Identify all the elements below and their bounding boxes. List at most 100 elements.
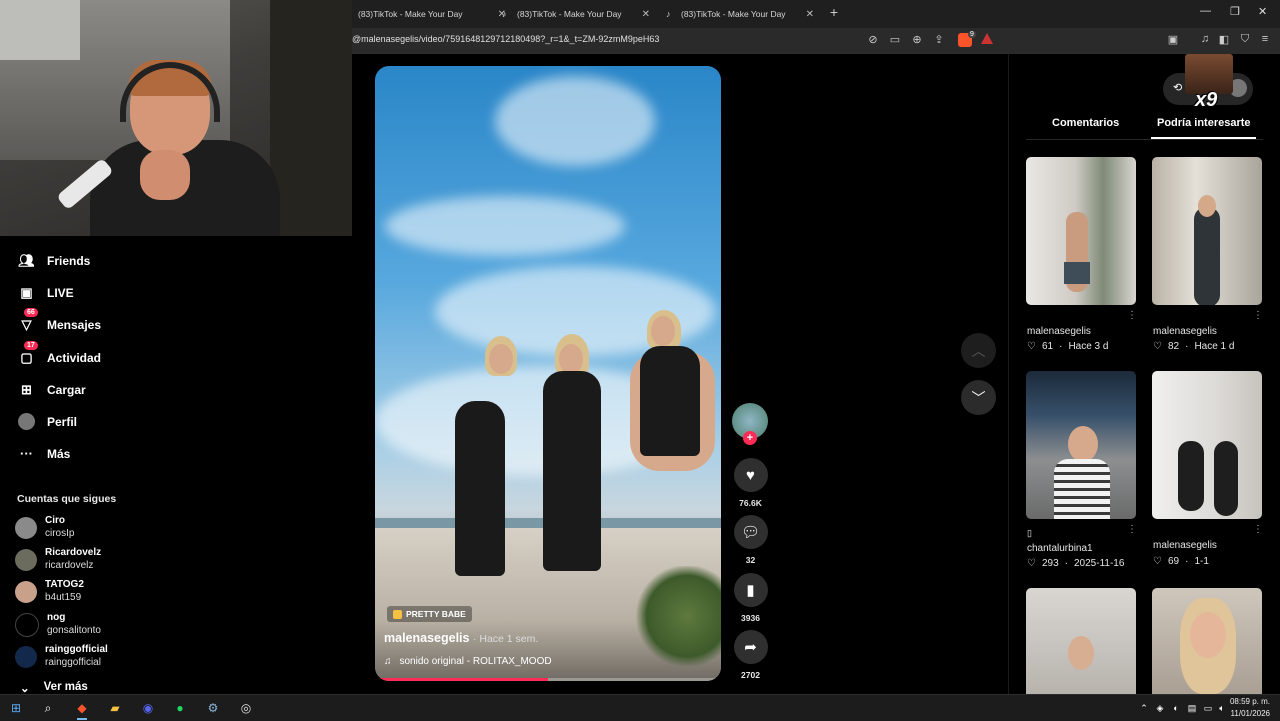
nav-more[interactable]: ··· Más: [18, 445, 70, 462]
video-author[interactable]: malenasegelis · Hace 1 sem.: [384, 631, 538, 645]
live-icon: ▣: [20, 284, 33, 300]
following-item[interactable]: Ciro cirosIp: [15, 515, 74, 540]
minimize-button[interactable]: —: [1200, 5, 1211, 17]
save-action[interactable]: ▮ 3936: [733, 573, 768, 623]
brave-rewards-icon[interactable]: [981, 33, 993, 44]
new-tab-button[interactable]: +: [826, 4, 842, 22]
nav-upload[interactable]: ⊞ Cargar: [18, 381, 86, 398]
tag-icon: [393, 609, 402, 619]
like-count: 76.6K: [739, 498, 762, 508]
more-options-icon[interactable]: ⋮: [1253, 524, 1263, 535]
nav-profile[interactable]: Perfil: [18, 413, 77, 430]
bookmark-icon[interactable]: ▮: [733, 573, 768, 607]
thumb-author[interactable]: chantalurbina1: [1027, 543, 1093, 554]
following-item[interactable]: Ricardovelz ricardovelz: [15, 547, 101, 572]
following-item[interactable]: nog gonsalitonto: [15, 612, 101, 637]
discord-icon[interactable]: ◉: [140, 700, 156, 716]
video-player[interactable]: PRETTY BABE malenasegelis · Hace 1 sem. …: [375, 66, 721, 681]
comment-action[interactable]: 💬︎ 32: [733, 515, 768, 565]
restore-button[interactable]: ❐: [1230, 5, 1240, 18]
thumb-author[interactable]: malenasegelis: [1153, 326, 1217, 337]
thumb-likes: 293: [1041, 558, 1059, 569]
brave-browser-icon[interactable]: ◆: [74, 700, 90, 716]
browser-tab-active[interactable]: ♪ (83)TikTok - Make Your Day ✕: [660, 0, 822, 28]
rotate-icon[interactable]: ⟲: [1173, 81, 1182, 94]
vpn-icon[interactable]: ⛉: [1238, 33, 1252, 46]
following-item[interactable]: rainggofficial rainggofficial: [15, 644, 108, 669]
chevron-up-icon: ︿: [971, 342, 986, 359]
video-music[interactable]: ♫ sonido original - ROLITAX_MOOD: [384, 656, 552, 667]
windows-taskbar: ⊞ ⌕ ◆ ▰ ◉ ● ⚙ ◎ ⌃ ◈ ◐ ▤ ▭ 🔈︎ 08:59 p. m.…: [0, 694, 1280, 721]
video-progress-bar[interactable]: [375, 678, 721, 681]
sidebar-toggle-icon[interactable]: ◧: [1217, 33, 1231, 46]
nav-friends[interactable]: 👥︎ Friends: [18, 252, 90, 269]
nav-messages[interactable]: ▽ 66 Mensajes: [18, 308, 101, 333]
heart-icon[interactable]: ♥: [733, 458, 768, 492]
thumb-author[interactable]: malenasegelis: [1027, 326, 1091, 337]
suggested-video-thumb[interactable]: [1152, 157, 1262, 305]
follow-name: Ciro: [45, 515, 65, 526]
profile-icon: [18, 413, 35, 430]
suggested-video-thumb[interactable]: [1026, 157, 1136, 305]
close-window-button[interactable]: ✕: [1258, 5, 1267, 18]
file-explorer-icon[interactable]: ▰: [107, 700, 123, 716]
suggested-video-thumb[interactable]: [1026, 371, 1136, 519]
browser-tab[interactable]: (83)TikTok - Make Your Day ✕: [352, 0, 514, 28]
following-item[interactable]: TATOG2 b4ut159: [15, 579, 84, 604]
media-icon[interactable]: ♫: [1198, 33, 1212, 45]
share-arrow-icon[interactable]: ➦: [733, 630, 768, 664]
nav-activity[interactable]: ▢ 17 Actividad: [18, 341, 101, 366]
tab-divider: [1026, 139, 1263, 140]
windows-start-icon[interactable]: ⊞: [8, 700, 24, 716]
tray-expand-icon[interactable]: ⌃: [1136, 700, 1152, 716]
author-name: malenasegelis: [384, 631, 470, 645]
tab-comments[interactable]: Comentarios: [1052, 117, 1119, 129]
next-video-button[interactable]: ﹀: [961, 380, 996, 415]
tray-app-icon[interactable]: ◐: [1168, 700, 1184, 716]
close-icon[interactable]: ✕: [642, 9, 650, 20]
zoom-icon[interactable]: ⊕: [910, 33, 924, 46]
suggested-video-thumb[interactable]: [1152, 588, 1262, 694]
spotify-icon[interactable]: ●: [172, 700, 188, 716]
suggested-video-thumb[interactable]: [1152, 371, 1262, 519]
share-action[interactable]: ➦ 2702: [733, 630, 768, 680]
app-icon[interactable]: ◎: [238, 700, 254, 716]
no-tracking-icon[interactable]: ⊘: [866, 33, 880, 46]
thumb-stats: ♡ 61 · Hace 3 d: [1027, 341, 1108, 352]
video-tag[interactable]: PRETTY BABE: [387, 606, 472, 622]
separator-dot: ·: [1185, 556, 1189, 567]
volume-icon[interactable]: 🔈︎: [1214, 700, 1230, 716]
comment-icon[interactable]: 💬︎: [733, 515, 768, 549]
thumb-likes: 69: [1167, 556, 1180, 567]
close-icon[interactable]: ✕: [806, 9, 814, 20]
follow-handle: rainggofficial: [45, 657, 101, 668]
more-options-icon[interactable]: ⋮: [1127, 524, 1137, 535]
thumb-stats: ♡ 293 · 2025-11-16: [1027, 558, 1124, 569]
suggested-video-thumb[interactable]: [1026, 588, 1136, 694]
friends-icon: 👥︎: [18, 252, 35, 268]
reader-icon[interactable]: ▣: [1166, 33, 1180, 46]
thumb-author[interactable]: malenasegelis: [1153, 540, 1217, 551]
previous-video-button[interactable]: ︿: [961, 333, 996, 368]
clock-date: 11/01/2026: [1230, 709, 1270, 718]
share-icon[interactable]: ⇪: [932, 33, 946, 46]
follow-plus-button[interactable]: +: [743, 431, 757, 445]
search-icon[interactable]: ⌕: [40, 700, 56, 716]
browser-tab[interactable]: ♪ (83)TikTok - Make Your Day ✕: [496, 0, 658, 28]
menu-icon[interactable]: ≡: [1258, 33, 1272, 45]
more-options-icon[interactable]: ⋮: [1127, 310, 1137, 321]
tray-app-icon[interactable]: ▤: [1184, 700, 1200, 716]
steam-icon[interactable]: ⚙: [205, 700, 221, 716]
shield-count-badge: 9: [968, 31, 976, 38]
system-clock[interactable]: 08:59 p. m. 11/01/2026: [1230, 696, 1270, 720]
nav-live[interactable]: ▣ LIVE: [18, 284, 73, 301]
tray-app-icon[interactable]: ◈: [1152, 700, 1168, 716]
cast-icon[interactable]: ▭: [888, 33, 902, 46]
see-more-button[interactable]: ⌄ Ver más: [20, 681, 88, 695]
tab-suggested[interactable]: Podría interesarte: [1157, 117, 1251, 129]
like-action[interactable]: ♥ 76.6K: [733, 458, 768, 508]
thumb-caption: ▯: [1027, 528, 1032, 538]
follow-handle: ricardovelz: [45, 560, 94, 571]
url-field[interactable]: @malenasegelis/video/7591648129712180498…: [352, 34, 659, 44]
more-options-icon[interactable]: ⋮: [1253, 310, 1263, 321]
